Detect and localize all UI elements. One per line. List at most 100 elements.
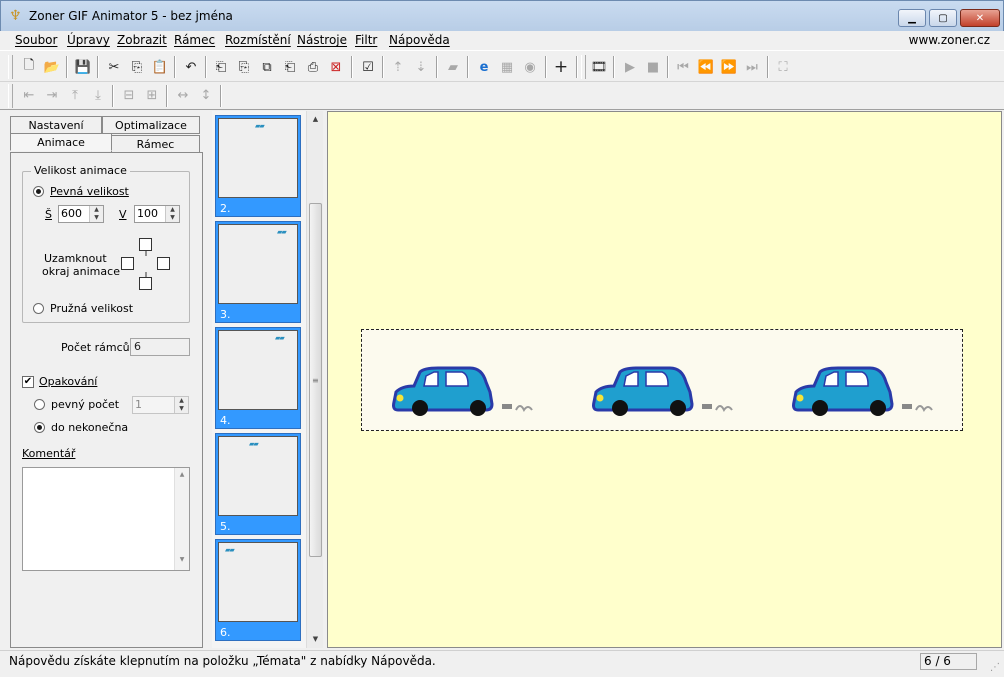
- frame-copy-icon[interactable]: ⎗: [280, 57, 300, 77]
- toolbar-grip[interactable]: [581, 55, 586, 79]
- tab-nastaveni[interactable]: Nastavení: [10, 116, 102, 134]
- resize-grip-icon[interactable]: ⋰: [990, 663, 1002, 675]
- lock-bottom-box[interactable]: [139, 277, 152, 290]
- center-horizontal-icon[interactable]: ⊟: [119, 85, 139, 105]
- frame-item[interactable]: ▰▰ 3.: [215, 221, 301, 323]
- delete-frame-icon[interactable]: ⊠: [326, 57, 346, 77]
- stop-icon[interactable]: ■: [643, 57, 663, 77]
- minimize-button[interactable]: ▁: [898, 9, 926, 27]
- height-spinner[interactable]: 100 ▲ ▼: [134, 205, 180, 223]
- scroll-down-icon[interactable]: ▼: [307, 631, 324, 648]
- plus-icon[interactable]: +: [551, 57, 571, 77]
- close-button[interactable]: ✕: [960, 9, 1000, 27]
- play-icon[interactable]: ▶: [620, 57, 640, 77]
- align-top-icon[interactable]: ⤒: [65, 85, 85, 105]
- flexible-size-radio[interactable]: [33, 303, 44, 314]
- cut-icon[interactable]: ✂: [104, 57, 124, 77]
- menu-soubor[interactable]: Soubor: [15, 33, 57, 47]
- fixed-count-radio[interactable]: [34, 399, 45, 410]
- maximize-button[interactable]: ▢: [929, 9, 957, 27]
- toolbar-separator: [767, 56, 769, 78]
- align-bottom-icon[interactable]: ⤓: [88, 85, 108, 105]
- next-frame-icon[interactable]: ⏩: [719, 57, 739, 77]
- status-bar: Nápovědu získáte klepnutím na položku „T…: [0, 650, 1004, 677]
- lock-top-box[interactable]: [139, 238, 152, 251]
- frame-paste-icon[interactable]: ⎙: [303, 57, 323, 77]
- stretch-horizontal-icon[interactable]: ↔: [173, 85, 193, 105]
- animation-wizard-icon[interactable]: 🎞: [589, 57, 609, 77]
- flexible-size-label: Pružná velikost: [50, 302, 134, 315]
- menu-rozmisteni[interactable]: Rozmístění: [225, 33, 291, 47]
- lock-left-box[interactable]: [121, 257, 134, 270]
- align-left-icon[interactable]: ⇤: [19, 85, 39, 105]
- menu-upravy[interactable]: Úpravy: [67, 33, 110, 47]
- fixed-count-spinner[interactable]: 1 ▲ ▼: [132, 396, 189, 414]
- fullscreen-icon[interactable]: ⛶: [773, 57, 793, 77]
- spinner-arrows-icon[interactable]: ▲ ▼: [89, 206, 103, 222]
- open-icon[interactable]: 📂: [42, 57, 62, 77]
- spinner-arrows-icon[interactable]: ▲ ▼: [165, 206, 179, 222]
- new-icon[interactable]: 🗋: [19, 57, 39, 77]
- move-frame-down-icon[interactable]: ⇣: [411, 57, 431, 77]
- website-link[interactable]: www.zoner.cz: [909, 33, 990, 47]
- optimize-icon[interactable]: ◉: [520, 57, 540, 77]
- car-icon: ▰▰: [225, 546, 235, 554]
- animation-canvas[interactable]: [361, 329, 963, 431]
- repeat-checkbox[interactable]: ✔: [22, 376, 34, 388]
- menu-filtr[interactable]: Filtr: [355, 33, 377, 47]
- app-icon: ♆: [9, 8, 22, 24]
- scrollbar-thumb[interactable]: ≡: [309, 203, 322, 557]
- copy-icon[interactable]: ⎘: [127, 57, 147, 77]
- frame-item[interactable]: ▰▰ 6.: [215, 539, 301, 641]
- web-preview-icon[interactable]: ▦: [497, 57, 517, 77]
- comment-scrollbar[interactable]: ▲ ▼: [174, 468, 189, 570]
- close-icon: ✕: [975, 12, 985, 24]
- save-icon[interactable]: 💾: [73, 57, 93, 77]
- stretch-vertical-icon[interactable]: ↕: [196, 85, 216, 105]
- frame-count-field: 6: [130, 338, 190, 356]
- toolbar-grip[interactable]: [8, 84, 13, 108]
- align-right-icon[interactable]: ⇥: [42, 85, 62, 105]
- undo-icon[interactable]: ↶: [181, 57, 201, 77]
- first-frame-icon[interactable]: ⏮: [673, 57, 693, 77]
- comment-textarea[interactable]: ▲ ▼: [22, 467, 190, 571]
- frame-list-scrollbar[interactable]: ▲ ≡ ▼: [306, 111, 323, 648]
- center-vertical-icon[interactable]: ⊞: [142, 85, 162, 105]
- menu-nastroje[interactable]: Nástroje: [297, 33, 347, 47]
- fixed-size-radio[interactable]: [33, 186, 44, 197]
- frame-thumbnail: ▰▰: [218, 330, 298, 410]
- frame-item[interactable]: ▰▰ 4.: [215, 327, 301, 429]
- toolbar-grip[interactable]: [8, 55, 13, 79]
- menu-bar: Soubor Úpravy Zobrazit Rámec Rozmístění …: [0, 31, 1004, 50]
- frame-item[interactable]: ▰▰ 2.: [215, 115, 301, 217]
- repeat-label: Opakování: [39, 375, 98, 388]
- menu-napoveda[interactable]: Nápověda: [389, 33, 450, 47]
- frame-list: ▰▰ 2. ▰▰ 3. ▰▰ 4. ▰▰ 5. ▰▰ 6.: [212, 111, 306, 648]
- spinner-arrows-icon[interactable]: ▲ ▼: [174, 397, 188, 413]
- paste-icon[interactable]: 📋: [150, 57, 170, 77]
- toolbar-separator: [545, 56, 547, 78]
- canvas-area[interactable]: [327, 111, 1002, 648]
- menu-ramec[interactable]: Rámec: [174, 33, 215, 47]
- lock-right-box[interactable]: [157, 257, 170, 270]
- scroll-up-icon[interactable]: ▲: [307, 111, 324, 128]
- internet-explorer-icon[interactable]: e: [474, 57, 494, 77]
- effect-icon[interactable]: ▰: [443, 57, 463, 77]
- width-spinner[interactable]: 600 ▲ ▼: [58, 205, 104, 223]
- main-toolbar: 🗋 📂 💾 ✂ ⎘ 📋 ↶ ⎗ ⎘ ⧉ ⎗ ⎙ ⊠ ☑ ⇡ ⇣ ▰ e ▦ ◉ …: [0, 50, 1004, 82]
- last-frame-icon[interactable]: ⏭: [742, 57, 762, 77]
- menu-zobrazit[interactable]: Zobrazit: [117, 33, 167, 47]
- tab-optimalizace[interactable]: Optimalizace: [102, 116, 200, 134]
- previous-frame-icon[interactable]: ⏪: [696, 57, 716, 77]
- tab-ramec[interactable]: Rámec: [111, 135, 200, 153]
- add-frame-icon[interactable]: ⎗: [211, 57, 231, 77]
- frame-thumbnail: ▰▰: [218, 118, 298, 198]
- infinite-radio[interactable]: [34, 422, 45, 433]
- tab-animace[interactable]: Animace: [10, 133, 112, 151]
- duplicate-frame-icon[interactable]: ⧉: [257, 57, 277, 77]
- frame-item[interactable]: ▰▰ 5.: [215, 433, 301, 535]
- insert-frame-icon[interactable]: ⎘: [234, 57, 254, 77]
- frame-properties-icon[interactable]: ☑: [358, 57, 378, 77]
- move-frame-up-icon[interactable]: ⇡: [388, 57, 408, 77]
- toolbar-separator: [576, 56, 578, 78]
